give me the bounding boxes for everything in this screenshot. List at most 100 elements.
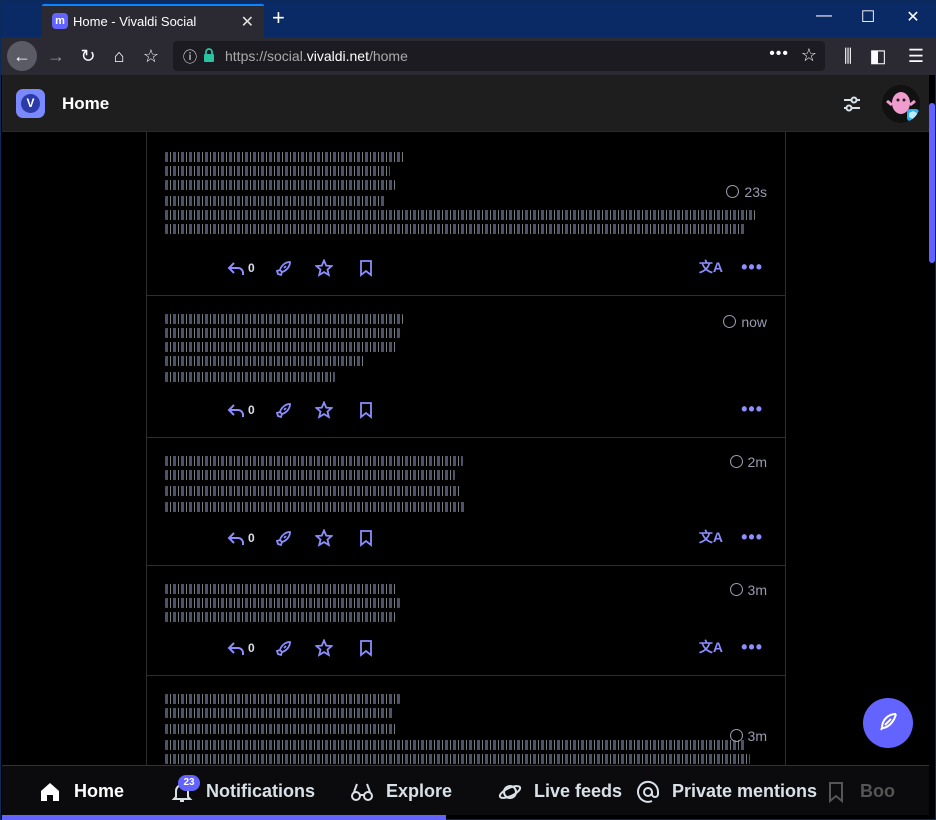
post-actions: 0 文A ••• xyxy=(227,526,767,548)
boost-button[interactable] xyxy=(275,256,293,278)
reply-icon xyxy=(227,532,244,546)
reply-button[interactable]: 0 xyxy=(227,256,255,278)
bookmark-button[interactable] xyxy=(357,256,375,278)
boost-button[interactable] xyxy=(275,398,293,420)
logo-letter: V xyxy=(21,94,40,113)
minimize-icon[interactable]: — xyxy=(809,7,839,25)
save-to-pocket-icon[interactable]: ☆ xyxy=(138,43,164,69)
rocket-icon xyxy=(275,531,291,547)
at-sign-icon xyxy=(636,780,660,804)
post-timestamp[interactable]: 3m xyxy=(727,727,767,744)
bookmark-icon xyxy=(360,640,372,658)
reply-count: 0 xyxy=(248,403,255,418)
reply-button[interactable]: 0 xyxy=(227,398,255,420)
reply-button[interactable]: 0 xyxy=(227,636,255,658)
status-post[interactable]: 3m 0 文A ••• xyxy=(147,566,785,676)
sidebar-icon[interactable]: ◧ xyxy=(865,43,891,69)
nav-notifications[interactable]: 23 Notifications xyxy=(170,775,316,804)
nav-private-mentions[interactable]: Private mentions xyxy=(636,778,817,804)
bookmark-button[interactable] xyxy=(357,636,375,658)
back-icon[interactable]: ← xyxy=(7,41,37,71)
planet-icon xyxy=(498,780,522,804)
star-icon xyxy=(314,258,334,278)
public-visibility-icon xyxy=(727,727,745,744)
address-bar[interactable]: ⓘ https://social.vivaldi.net/home ••• ☆ xyxy=(173,41,825,71)
forward-icon[interactable]: → xyxy=(43,43,69,69)
reply-button[interactable]: 0 xyxy=(227,526,255,548)
nav-live-feeds-label: Live feeds xyxy=(534,781,623,801)
reply-count: 0 xyxy=(248,641,255,656)
reply-count: 0 xyxy=(248,261,255,276)
close-window-icon[interactable]: ✕ xyxy=(898,7,928,27)
bottom-nav-scroll-indicator xyxy=(2,815,446,820)
public-visibility-icon xyxy=(724,183,742,200)
library-icon[interactable]: ⫼ xyxy=(835,43,861,69)
favourite-button[interactable] xyxy=(314,398,334,420)
lock-icon[interactable] xyxy=(203,48,215,62)
title-bar: m Home - Vivaldi Social ✕ + — ☐ ✕ xyxy=(1,1,936,37)
star-icon xyxy=(314,528,334,548)
status-post[interactable]: 3m 0 xyxy=(147,676,785,766)
mastodon-favicon-icon: m xyxy=(52,13,68,29)
public-visibility-icon xyxy=(727,453,745,470)
reload-icon[interactable]: ↻ xyxy=(75,43,101,69)
more-options-icon[interactable]: ••• xyxy=(741,398,763,420)
status-post[interactable]: now 0 ••• xyxy=(147,296,785,438)
favourite-button[interactable] xyxy=(314,256,334,278)
nav-explore-label: Explore xyxy=(386,781,453,801)
post-content-obscured xyxy=(165,690,750,766)
status-post[interactable]: 23s 0 文A ••• xyxy=(147,132,785,296)
bookmark-icon xyxy=(360,402,372,420)
tab-title: Home - Vivaldi Social xyxy=(73,14,197,29)
url-text: https://social.vivaldi.net/home xyxy=(225,48,408,64)
maximize-icon[interactable]: ☐ xyxy=(853,7,883,27)
menu-icon[interactable]: ☰ xyxy=(903,43,929,69)
reply-icon xyxy=(227,404,244,418)
info-icon[interactable]: ⓘ xyxy=(183,47,197,67)
browser-window: m Home - Vivaldi Social ✕ + — ☐ ✕ ← → ↻ … xyxy=(0,0,936,820)
boost-button[interactable] xyxy=(275,636,293,658)
bookmark-button[interactable] xyxy=(357,526,375,548)
nav-bookmarks-label: Boo xyxy=(860,781,895,801)
post-timestamp[interactable]: 3m xyxy=(727,581,767,598)
page-actions-icon[interactable]: ••• xyxy=(769,45,789,63)
post-timestamp[interactable]: now xyxy=(721,313,767,330)
compose-button[interactable] xyxy=(863,698,913,748)
boost-button[interactable] xyxy=(275,526,293,548)
bookmark-star-icon[interactable]: ☆ xyxy=(801,45,817,66)
vivaldi-logo-icon[interactable]: V xyxy=(16,89,45,118)
notification-badge: 23 xyxy=(178,775,200,792)
new-tab-icon[interactable]: + xyxy=(272,5,285,31)
post-timestamp[interactable]: 23s xyxy=(724,183,767,200)
translate-icon[interactable]: 文A xyxy=(699,256,723,278)
nav-explore[interactable]: Explore xyxy=(350,778,452,804)
more-options-icon[interactable]: ••• xyxy=(741,636,763,658)
favourite-button[interactable] xyxy=(314,636,334,658)
post-actions: 0 文A ••• xyxy=(227,636,767,658)
nav-live-feeds[interactable]: Live feeds xyxy=(498,778,622,804)
page-title: Home xyxy=(62,94,110,113)
bookmark-button[interactable] xyxy=(357,398,375,420)
reply-icon xyxy=(227,642,244,656)
browser-tab[interactable]: m Home - Vivaldi Social ✕ xyxy=(42,4,264,37)
nav-home[interactable]: Home xyxy=(38,778,124,804)
post-content-obscured xyxy=(165,310,405,390)
nav-bookmarks[interactable]: Boo xyxy=(824,778,895,804)
translate-icon[interactable]: 文A xyxy=(699,526,723,548)
favourite-button[interactable] xyxy=(314,526,334,548)
status-post[interactable]: 2m 0 文A ••• xyxy=(147,438,785,566)
more-options-icon[interactable]: ••• xyxy=(741,526,763,548)
nav-notifications-label: Notifications xyxy=(206,781,316,801)
close-tab-icon[interactable]: ✕ xyxy=(241,12,254,32)
post-timestamp[interactable]: 2m xyxy=(727,453,767,470)
avatar[interactable] xyxy=(882,85,920,123)
more-options-icon[interactable]: ••• xyxy=(741,256,763,278)
reply-count: 0 xyxy=(248,531,255,546)
settings-sliders-icon[interactable] xyxy=(841,93,863,115)
rocket-icon xyxy=(275,261,291,277)
home-timeline[interactable]: 23s 0 文A ••• now 0 ••• 2m 0 文A ••• 3m 0 … xyxy=(146,132,786,766)
home-icon[interactable]: ⌂ xyxy=(106,43,132,69)
bookmark-icon xyxy=(824,780,848,804)
page-scrollbar[interactable] xyxy=(929,103,935,263)
translate-icon[interactable]: 文A xyxy=(699,636,723,658)
